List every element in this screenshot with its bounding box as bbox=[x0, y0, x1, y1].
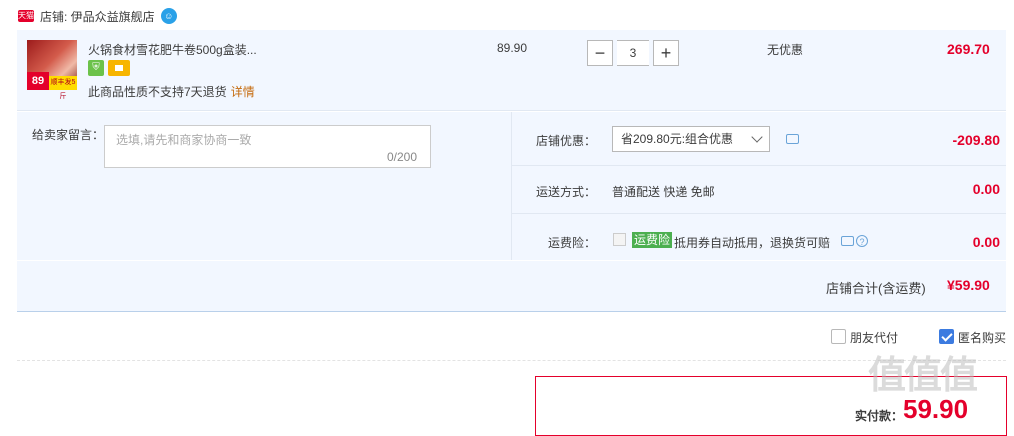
unit-price: 89.90 bbox=[497, 41, 528, 55]
shop-total-amount: ¥59.90 bbox=[947, 277, 990, 293]
site-watermark-logo: 值值值 bbox=[868, 355, 978, 397]
anonymous-checkbox[interactable] bbox=[939, 329, 954, 344]
seller-message-placeholder: 选填,请先和商家协商一致 bbox=[116, 133, 252, 147]
quantity-plus-button[interactable]: + bbox=[653, 40, 679, 66]
insurance-text: 抵用券自动抵用，退换货可赔 bbox=[674, 236, 831, 250]
service-guarantee-icon[interactable]: ⛨ bbox=[88, 60, 104, 76]
insurance-tag: 运费险 bbox=[632, 232, 673, 248]
divider bbox=[511, 112, 512, 260]
quantity-stepper: − 3 + bbox=[587, 40, 679, 66]
shop-discount-label: 店铺优惠： bbox=[536, 134, 597, 148]
product-title[interactable]: 火锅食材雪花肥牛卷500g盒装... bbox=[88, 41, 257, 58]
insurance-label: 运费险： bbox=[548, 236, 597, 250]
delivery-label: 运送方式： bbox=[536, 185, 597, 199]
shop-discount-amount: -209.80 bbox=[952, 132, 1000, 148]
item-subtotal: 269.70 bbox=[947, 41, 990, 57]
comment-icon[interactable] bbox=[786, 134, 799, 144]
divider bbox=[17, 360, 1006, 361]
divider bbox=[511, 213, 1006, 214]
seller-message-count: 0/200 bbox=[387, 150, 418, 164]
shop-name[interactable]: 店铺: 伊品众益旗舰店 bbox=[40, 8, 155, 25]
friend-pay-checkbox[interactable] bbox=[831, 329, 846, 344]
shop-discount-value: 省209.80元:组合优惠 bbox=[621, 132, 734, 146]
pay-label: 实付款： bbox=[855, 409, 904, 423]
return-policy-notice: 此商品性质不支持7天退货 详情 bbox=[88, 83, 255, 100]
chevron-down-icon bbox=[751, 131, 763, 143]
help-icon[interactable]: ? bbox=[856, 235, 868, 247]
shop-header: 天猫 店铺: 伊品众益旗舰店 ☺ bbox=[18, 6, 177, 26]
comment-icon[interactable] bbox=[841, 236, 854, 246]
seller-message-label: 给卖家留言： bbox=[32, 128, 105, 142]
shop-discount-select[interactable]: 省209.80元:组合优惠 bbox=[612, 126, 770, 152]
return-policy-text: 此商品性质不支持7天退货 bbox=[88, 85, 227, 99]
quantity-input[interactable]: 3 bbox=[617, 40, 649, 66]
thumb-price-badge: 89 bbox=[27, 72, 49, 90]
quantity-minus-button[interactable]: − bbox=[587, 40, 613, 66]
wangwang-icon[interactable]: ☺ bbox=[160, 8, 177, 24]
return-policy-detail-link[interactable]: 详情 bbox=[231, 85, 255, 99]
divider bbox=[511, 165, 1006, 166]
delivery-value: 普通配送 快递 免邮 bbox=[612, 185, 715, 199]
item-discount: 无优惠 bbox=[767, 43, 804, 57]
insurance-amount: 0.00 bbox=[972, 234, 1000, 250]
delivery-amount: 0.00 bbox=[972, 181, 1000, 197]
shop-total-label: 店铺合计(含运费) bbox=[826, 281, 926, 296]
tmall-icon: 天猫 bbox=[18, 10, 34, 22]
card-payment-icon[interactable] bbox=[108, 60, 130, 76]
insurance-checkbox bbox=[613, 233, 626, 246]
thumb-promo-badge: 顺丰发5斤 bbox=[49, 76, 77, 100]
